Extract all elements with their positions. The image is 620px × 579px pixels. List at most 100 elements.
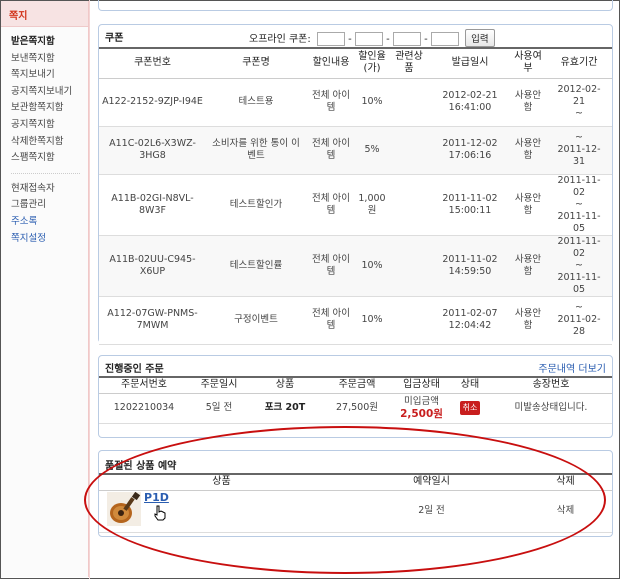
coupon-cell-valid: 2011-11- 02 ~ 2011-11- 05 [546, 174, 612, 236]
column-header: 예약일시 [344, 473, 519, 491]
sidebar-item-notice[interactable]: 공지쪽지함 [11, 116, 88, 133]
coupon-cell-no: A122-2152-9ZJP-I94E [99, 78, 206, 127]
order-status-cell: 취소 [450, 393, 490, 424]
coupon-code-input-1[interactable] [316, 32, 345, 46]
sidebar-item-archive[interactable]: 보관함쪽지함 [11, 99, 88, 116]
coupon-cell-used: 사용안 함 [510, 174, 546, 236]
coupon-title: 쿠폰 [105, 33, 124, 44]
column-header: 쿠폰번호 [99, 47, 206, 79]
reservation-row: P1D 2일 전 삭제 [99, 490, 612, 533]
deposit-amount: 2,500원 [400, 408, 443, 420]
column-header: 관련상 품 [388, 47, 430, 79]
column-header: 주문서번호 [99, 376, 189, 394]
coupon-submit-button[interactable]: 입력 [465, 29, 495, 47]
deposit-label: 미입금액 [404, 396, 439, 407]
column-header: 주문일시 [189, 376, 249, 394]
reservation-panel-header: 품절된 상품 예약 [99, 451, 612, 473]
sidebar-item-notice-compose[interactable]: 공지쪽지보내기 [11, 83, 88, 100]
coupon-cell-name: 구정이벤트 [206, 296, 306, 345]
coupon-cell-valid: ~ 2011-02- 28 [546, 296, 612, 345]
coupon-cell-issued: 2011-11-02 14:59:50 [430, 235, 510, 297]
coupon-table-header: 쿠폰번호 쿠폰명 할인내용 할인율 (가) 관련상 품 발급일시 사용여 부 유… [99, 47, 612, 79]
reservation-date: 2일 전 [344, 490, 519, 533]
sidebar-item-online-users[interactable]: 현재접속자 [11, 180, 88, 197]
reservation-table-header: 상품 예약일시 삭제 [99, 473, 612, 491]
orders-table: 주문서번호 주문일시 상품 주문금액 입금상태 상태 송장번호 12022100… [99, 376, 612, 424]
order-number-link[interactable]: 1202210034 [99, 393, 189, 424]
column-header: 발급일시 [430, 47, 510, 79]
reservation-table: 상품 예약일시 삭제 P1D 2일 전 삭제 [99, 473, 612, 533]
previous-panel-bottom [98, 0, 613, 11]
orders-table-header: 주문서번호 주문일시 상품 주문금액 입금상태 상태 송장번호 [99, 376, 612, 394]
coupon-cell-name: 테스트할인률 [206, 235, 306, 297]
coupon-cell-product [388, 78, 430, 127]
coupon-cell-rate: 10% [356, 78, 388, 127]
coupon-row: A11B-02UU-C945- X6UP 테스트할인률 전체 아이 템 10% 2011… [99, 235, 612, 297]
coupon-cell-issued: 2012-02-21 16:41:00 [430, 78, 510, 127]
coupon-cell-rate: 5% [356, 126, 388, 175]
coupon-cell-issued: 2011-02-07 12:04:42 [430, 296, 510, 345]
coupon-cell-issued: 2011-12-02 17:06:16 [430, 126, 510, 175]
orders-title: 진행중인 주문 [105, 364, 164, 375]
column-header: 입금상태 [393, 376, 450, 394]
sidebar-item-spam[interactable]: 스팸쪽지함 [11, 149, 88, 166]
orders-more-link[interactable]: 주문내역 더보기 [538, 360, 606, 375]
cancel-badge[interactable]: 취소 [459, 401, 481, 415]
hand-cursor-icon [153, 505, 167, 525]
orders-panel-header: 진행중인 주문 주문내역 더보기 [99, 356, 612, 376]
order-deposit-status: 미입금액 2,500원 [393, 393, 450, 424]
coupon-cell-content: 전체 아이 템 [306, 296, 356, 345]
coupon-cell-used: 사용안 함 [510, 235, 546, 297]
coupon-cell-rate: 1,000원 [356, 174, 388, 236]
coupon-cell-content: 전체 아이 템 [306, 126, 356, 175]
coupon-panel: 쿠폰 오프라인 쿠폰: - - - 입력 쿠폰번호 쿠폰명 할인내용 할인율 (… [98, 24, 613, 345]
column-header: 삭제 [519, 473, 612, 491]
coupon-cell-issued: 2011-11-02 15:00:11 [430, 174, 510, 236]
coupon-cell-product [388, 126, 430, 175]
sidebar-item-address-book[interactable]: 주소록 [11, 213, 88, 230]
coupon-cell-content: 전체 아이 템 [306, 78, 356, 127]
column-header: 주문금액 [321, 376, 393, 394]
sidebar-item-trash[interactable]: 삭제한쪽지함 [11, 133, 88, 150]
coupon-cell-name: 소비자를 위한 통이 이 벤트 [206, 126, 306, 175]
sidebar-title: 쪽지 [1, 1, 88, 27]
coupon-cell-no: A11B-02GI-N8VL- 8W3F [99, 174, 206, 236]
coupon-row: A11C-02L6-X3WZ- 3HG8 소비자를 위한 통이 이 벤트 전체 아이… [99, 126, 612, 175]
column-header: 상품 [249, 376, 321, 394]
coupon-cell-product [388, 235, 430, 297]
sidebar-item-settings[interactable]: 쪽지설정 [11, 230, 88, 247]
coupon-cell-used: 사용안 함 [510, 78, 546, 127]
sidebar-menu-secondary: 현재접속자 그룹관리 주소록 쪽지설정 [1, 180, 88, 246]
column-header: 송장번호 [490, 376, 612, 394]
coupon-table-body: A122-2152-9ZJP-I94E 테스트용 전체 아이 템 10% 2012-02… [99, 78, 612, 345]
coupon-code-input-2[interactable] [354, 32, 383, 46]
order-row: 1202210034 5일 전 포크 20T 27,500원 미입금액 2,50… [99, 393, 612, 424]
coupon-code-input-3[interactable] [392, 32, 421, 46]
guitar-icon[interactable] [107, 491, 141, 530]
coupon-cell-name: 테스트할인가 [206, 174, 306, 236]
reservation-product-link[interactable]: P1D [144, 491, 169, 504]
sidebar-item-groups[interactable]: 그룹관리 [11, 196, 88, 213]
order-amount: 27,500원 [321, 393, 393, 424]
sidebar-item-inbox[interactable]: 받은쪽지함 [11, 33, 88, 50]
coupon-cell-used: 사용안 함 [510, 126, 546, 175]
coupon-cell-no: A11C-02L6-X3WZ- 3HG8 [99, 126, 206, 175]
sidebar-item-sent[interactable]: 보낸쪽지함 [11, 50, 88, 67]
order-date: 5일 전 [189, 393, 249, 424]
sidebar: 쪽지 받은쪽지함 보낸쪽지함 쪽지보내기 공지쪽지보내기 보관함쪽지함 공지쪽지… [1, 1, 89, 577]
coupon-table: 쿠폰번호 쿠폰명 할인내용 할인율 (가) 관련상 품 발급일시 사용여 부 유… [99, 47, 612, 345]
column-header: 할인내용 [306, 47, 356, 79]
coupon-cell-valid: 2012-02- 21 ~ [546, 78, 612, 127]
reservation-delete-link[interactable]: 삭제 [519, 490, 612, 533]
column-header: 상태 [450, 376, 490, 394]
reservation-title: 품절된 상품 예약 [105, 461, 177, 472]
coupon-cell-valid: 2011-11- 02 ~ 2011-11- 05 [546, 235, 612, 297]
coupon-cell-no: A11B-02UU-C945- X6UP [99, 235, 206, 297]
column-header: 상품 [99, 473, 344, 491]
sidebar-item-compose[interactable]: 쪽지보내기 [11, 66, 88, 83]
column-header: 유효기간 [546, 47, 612, 79]
coupon-panel-header: 쿠폰 오프라인 쿠폰: - - - 입력 [99, 25, 612, 47]
reservation-product-cell: P1D [99, 490, 344, 533]
coupon-code-input-4[interactable] [430, 32, 459, 46]
dash-separator: - [386, 34, 390, 45]
